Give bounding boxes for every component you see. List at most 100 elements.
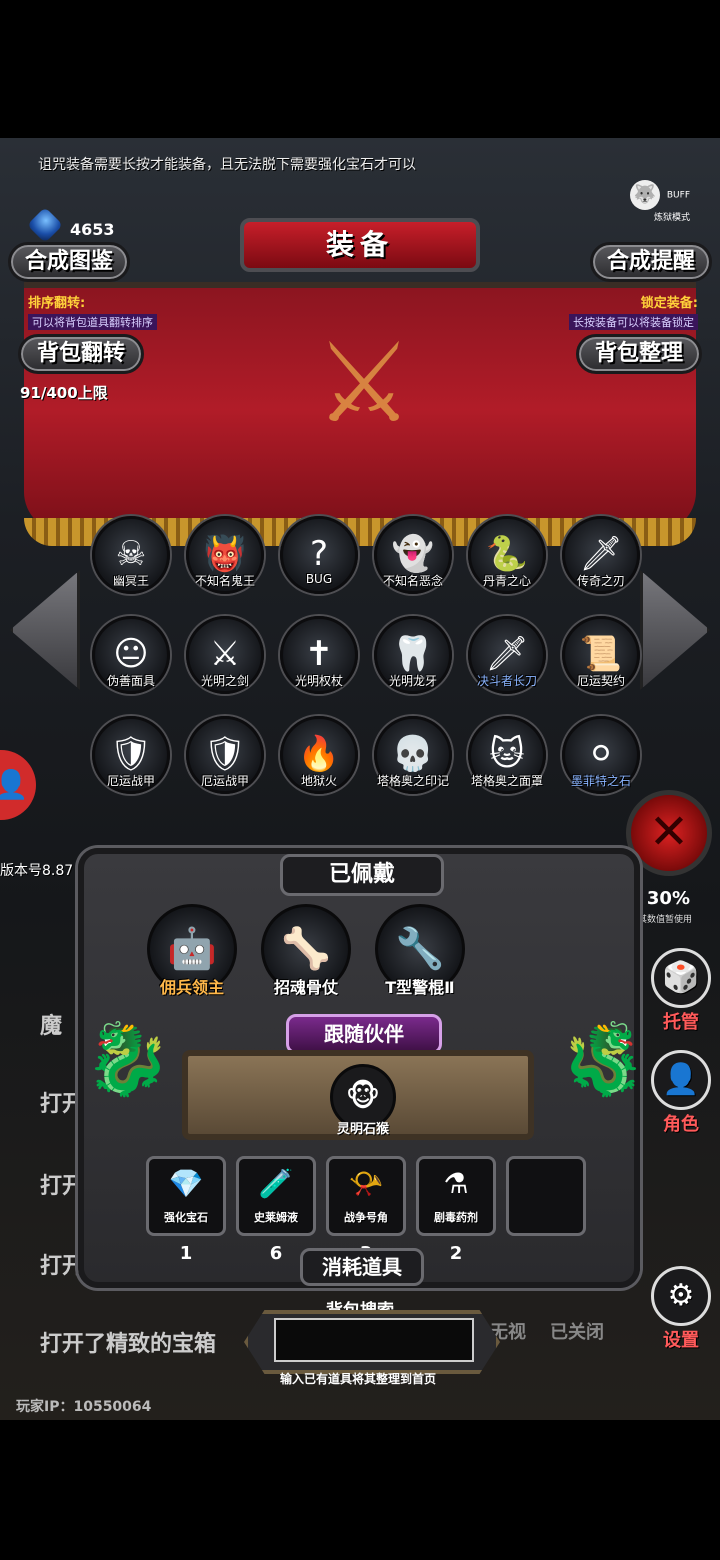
inventory-item[interactable]: ✝ 光明权杖 [278, 616, 360, 706]
consumable-name: 剧毒药剂 [434, 1211, 478, 1224]
inventory-item[interactable]: ? BUG [278, 516, 360, 606]
log-line: 打开了精致的宝箱 [40, 1332, 217, 1357]
equipped-slot-baton[interactable]: 🔧 T型警棍Ⅱ [370, 904, 470, 1004]
user-avatar-icon[interactable]: 👤 [0, 750, 36, 820]
inventory-item[interactable]: 🦷 光明龙牙 [372, 616, 454, 706]
inventory-item[interactable]: 👹 不知名鬼王 [184, 516, 266, 606]
inventory-item[interactable]: 🐱 塔格奥之面罩 [466, 716, 548, 806]
item-label: 传奇之刃 [576, 574, 625, 588]
item-label: 厄运契约 [576, 674, 625, 688]
item-label: 决斗者长刀 [476, 674, 537, 688]
equipped-slot-armor[interactable]: 🤖 佣兵领主 [142, 904, 242, 1004]
game-screen: 诅咒装备需要长按才能装备，且无法脱下需要强化宝石才可以 4653 🐺 BUFF … [0, 138, 720, 1420]
item-label: 光明龙牙 [388, 674, 437, 688]
companion-title: 跟随伙伴 [286, 1014, 442, 1054]
item-label: 光明权杖 [294, 674, 343, 688]
enhance-gem-icon: 💎 [168, 1167, 204, 1200]
settings-button[interactable]: ⚙ 设置 [648, 1266, 714, 1352]
inventory-item[interactable]: 💀 塔格奥之印记 [372, 716, 454, 806]
consumable-name: 强化宝石 [164, 1211, 208, 1224]
inventory-item[interactable]: 🛡 厄运战甲 [184, 716, 266, 806]
inventory-item[interactable]: 📜 厄运契约 [560, 616, 642, 706]
consumable-slot[interactable]: 📯 战争号角 3 [326, 1156, 406, 1264]
equipped-item-label: T型警棍Ⅱ [385, 978, 455, 997]
item-label: 厄运战甲 [106, 774, 155, 788]
item-label: 伪善面具 [106, 674, 155, 688]
player-ip: 玩家IP：10550064 [16, 1399, 152, 1415]
version-number: 版本号8.87 [0, 863, 74, 879]
slime-potion-icon: 🧪 [258, 1167, 294, 1200]
consumable-slot-empty[interactable] [506, 1156, 586, 1236]
consumable-count: 2 [449, 1243, 463, 1264]
item-label: 幽冥王 [112, 574, 149, 588]
item-label: 塔格奥之面罩 [470, 774, 543, 788]
equipped-slot-staff[interactable]: 🦴 招魂骨仗 [256, 904, 356, 1004]
consumable-count: 1 [179, 1243, 193, 1264]
consumables-title: 消耗道具 [300, 1248, 424, 1286]
bag-flip-button[interactable]: 背包翻转 [18, 334, 144, 374]
character-button[interactable]: 👤 角色 [648, 1050, 714, 1136]
inventory-item[interactable]: ⚪ 墨菲特之石 [560, 716, 642, 806]
sort-flip-label: 排序翻转: [28, 296, 86, 311]
auto-manage-button[interactable]: 🎲 托管 [648, 948, 714, 1034]
equipped-title: 已佩戴 [280, 854, 444, 896]
war-horn-icon: 📯 [348, 1167, 384, 1200]
prev-page-arrow-icon[interactable] [10, 570, 80, 690]
settings-label: 设置 [663, 1330, 699, 1351]
search-hint: 输入已有道具将其整理到首页 [280, 1372, 437, 1386]
poison-potion-icon: ⚗ [443, 1167, 469, 1200]
companion-name: 灵明石猴 [336, 1122, 389, 1137]
curse-notice: 诅咒装备需要长按才能装备，且无法脱下需要强化宝石才可以 [38, 157, 416, 173]
companion-slot[interactable]: 🐵 灵明石猴 [328, 1064, 398, 1138]
bag-search-input[interactable] [274, 1318, 474, 1362]
inventory-item[interactable]: 🗡 决斗者长刀 [466, 616, 548, 706]
log-line: 魔 [40, 1014, 63, 1039]
consumable-name: 战争号角 [344, 1211, 388, 1224]
consumable-slot[interactable]: ⚗ 剧毒药剂 2 [416, 1156, 496, 1264]
inventory-item[interactable]: 🗡 传奇之刃 [560, 516, 642, 606]
item-label: 光明之剑 [200, 674, 249, 688]
inventory-item[interactable]: 😐 伪善面具 [90, 616, 172, 706]
item-label: 地狱火 [300, 774, 337, 788]
sort-flip-desc: 可以将背包道具翻转排序 [28, 314, 157, 330]
item-label: 墨菲特之石 [570, 774, 631, 788]
dragon-statue-icon: 🐉 [84, 1018, 172, 1100]
dice-icon: 🎲 [651, 948, 711, 1008]
hooded-figure-icon: 👤 [651, 1050, 711, 1110]
inventory-item[interactable]: ⚔ 光明之剑 [184, 616, 266, 706]
inventory-item[interactable]: 🐍 丹青之心 [466, 516, 548, 606]
inventory-item[interactable]: 🛡 厄运战甲 [90, 716, 172, 806]
synthesis-reminder-button[interactable]: 合成提醒 [590, 242, 712, 282]
gear-icon: ⚙ [651, 1266, 711, 1326]
percent-value: 30% [646, 888, 690, 909]
consumable-slot[interactable]: 💎 强化宝石 1 [146, 1156, 226, 1264]
consumable-slot[interactable]: 🧪 史莱姆液 6 [236, 1156, 316, 1264]
lock-equip-label: 锁定装备: [640, 296, 698, 311]
item-label: 塔格奥之印记 [376, 774, 449, 788]
gem-count: 4653 [70, 220, 115, 239]
character-label: 角色 [663, 1114, 699, 1135]
lock-equip-desc: 长按装备可以将装备锁定 [569, 314, 698, 330]
closed-status: 已关闭 [550, 1322, 604, 1343]
page-title: 装备 [240, 218, 480, 272]
percent-sub: 其数值暂使用 [637, 915, 692, 925]
auto-manage-label: 托管 [663, 1012, 699, 1033]
inventory-item[interactable]: 👻 不知名恶念 [372, 516, 454, 606]
inventory-item[interactable]: 🔥 地狱火 [278, 716, 360, 806]
bag-capacity: 91/400上限 [20, 384, 108, 402]
buff-label: BUFF [666, 190, 690, 201]
inventory-item[interactable]: ☠ 幽冥王 [90, 516, 172, 606]
synthesis-catalog-button[interactable]: 合成图鉴 [8, 242, 130, 282]
consumable-name: 史莱姆液 [254, 1211, 298, 1224]
buff-mode: 炼狱模式 [653, 213, 690, 223]
blue-gem-icon [26, 206, 64, 244]
item-label: 丹青之心 [482, 574, 531, 588]
buff-mode-button[interactable]: 🐺 BUFF 炼狱模式 [630, 180, 690, 223]
dragon-statue-icon: 🐉 [560, 1018, 648, 1100]
crossed-swords-crest-icon: ⚔ [314, 319, 414, 447]
wolf-icon: 🐺 [630, 180, 660, 210]
item-label: 厄运战甲 [200, 774, 249, 788]
item-label: 不知名恶念 [382, 574, 443, 588]
item-label: BUG [305, 572, 333, 586]
bag-sort-button[interactable]: 背包整理 [576, 334, 702, 374]
